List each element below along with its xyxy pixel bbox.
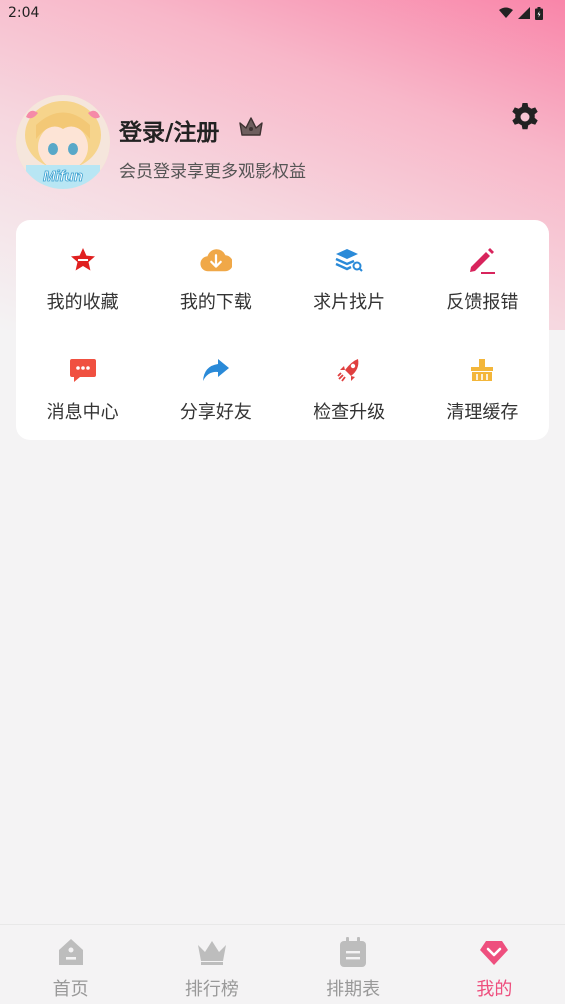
star-icon xyxy=(67,244,99,276)
nav-item-mine[interactable]: 我的 xyxy=(424,925,565,1004)
heart-icon xyxy=(477,935,511,969)
avatar-text: Mifun xyxy=(43,168,83,185)
menu-label: 我的下载 xyxy=(179,292,252,313)
menu-item-favorites[interactable]: 我的收藏 xyxy=(16,220,149,330)
nav-item-schedule[interactable]: 排期表 xyxy=(283,925,424,1004)
menu-label: 清理缓存 xyxy=(446,402,519,423)
share-icon xyxy=(200,354,232,386)
nav-label: 排期表 xyxy=(326,979,381,1000)
broom-icon xyxy=(466,354,498,386)
menu-item-feedback[interactable]: 反馈报错 xyxy=(416,220,549,330)
wifi-icon xyxy=(499,7,513,18)
calendar-icon xyxy=(336,935,370,969)
nav-item-home[interactable]: 首页 xyxy=(0,925,141,1004)
rocket-icon xyxy=(333,354,365,386)
menu-label: 分享好友 xyxy=(179,402,252,423)
menu-item-downloads[interactable]: 我的下载 xyxy=(149,220,282,330)
nav-label: 首页 xyxy=(52,979,89,1000)
menu-label: 消息中心 xyxy=(46,402,119,423)
bottom-navigation: 首页 排行榜 排期表 我的 xyxy=(0,924,565,1004)
menu-label: 我的收藏 xyxy=(46,292,119,313)
nav-label: 我的 xyxy=(476,979,513,1000)
member-benefit-text: 会员登录享更多观影权益 xyxy=(119,162,306,182)
status-time: 2:04 xyxy=(8,5,40,21)
message-icon xyxy=(67,354,99,386)
status-icons xyxy=(499,6,543,20)
menu-label: 检查升级 xyxy=(313,402,386,423)
menu-item-messages[interactable]: 消息中心 xyxy=(16,330,149,440)
menu-item-clear-cache[interactable]: 清理缓存 xyxy=(416,330,549,440)
layers-search-icon xyxy=(333,244,365,276)
signal-icon xyxy=(518,7,530,19)
function-menu-card: 我的收藏 我的下载 求片找片 反馈报错 消息中心 分享好友 检查升级 清理缓存 xyxy=(16,220,549,440)
menu-label: 反馈报错 xyxy=(446,292,519,313)
menu-label: 求片找片 xyxy=(313,292,386,313)
menu-item-request-movie[interactable]: 求片找片 xyxy=(283,220,416,330)
menu-item-share[interactable]: 分享好友 xyxy=(149,330,282,440)
avatar[interactable]: Mifun xyxy=(16,95,110,189)
pencil-icon xyxy=(466,244,498,276)
nav-label: 排行榜 xyxy=(184,979,239,1000)
crown-icon xyxy=(195,935,229,969)
battery-icon xyxy=(535,6,543,20)
gear-icon[interactable] xyxy=(509,101,541,133)
status-bar: 2:04 xyxy=(0,0,565,26)
profile-section: Mifun 登录/注册 会员登录享更多观影权益 xyxy=(16,95,549,190)
nav-item-ranking[interactable]: 排行榜 xyxy=(141,925,282,1004)
home-icon xyxy=(54,935,88,969)
login-register-link[interactable]: 登录/注册 xyxy=(119,113,219,147)
vip-crown-icon xyxy=(239,117,263,136)
menu-item-check-update[interactable]: 检查升级 xyxy=(283,330,416,440)
cloud-download-icon xyxy=(200,244,232,276)
